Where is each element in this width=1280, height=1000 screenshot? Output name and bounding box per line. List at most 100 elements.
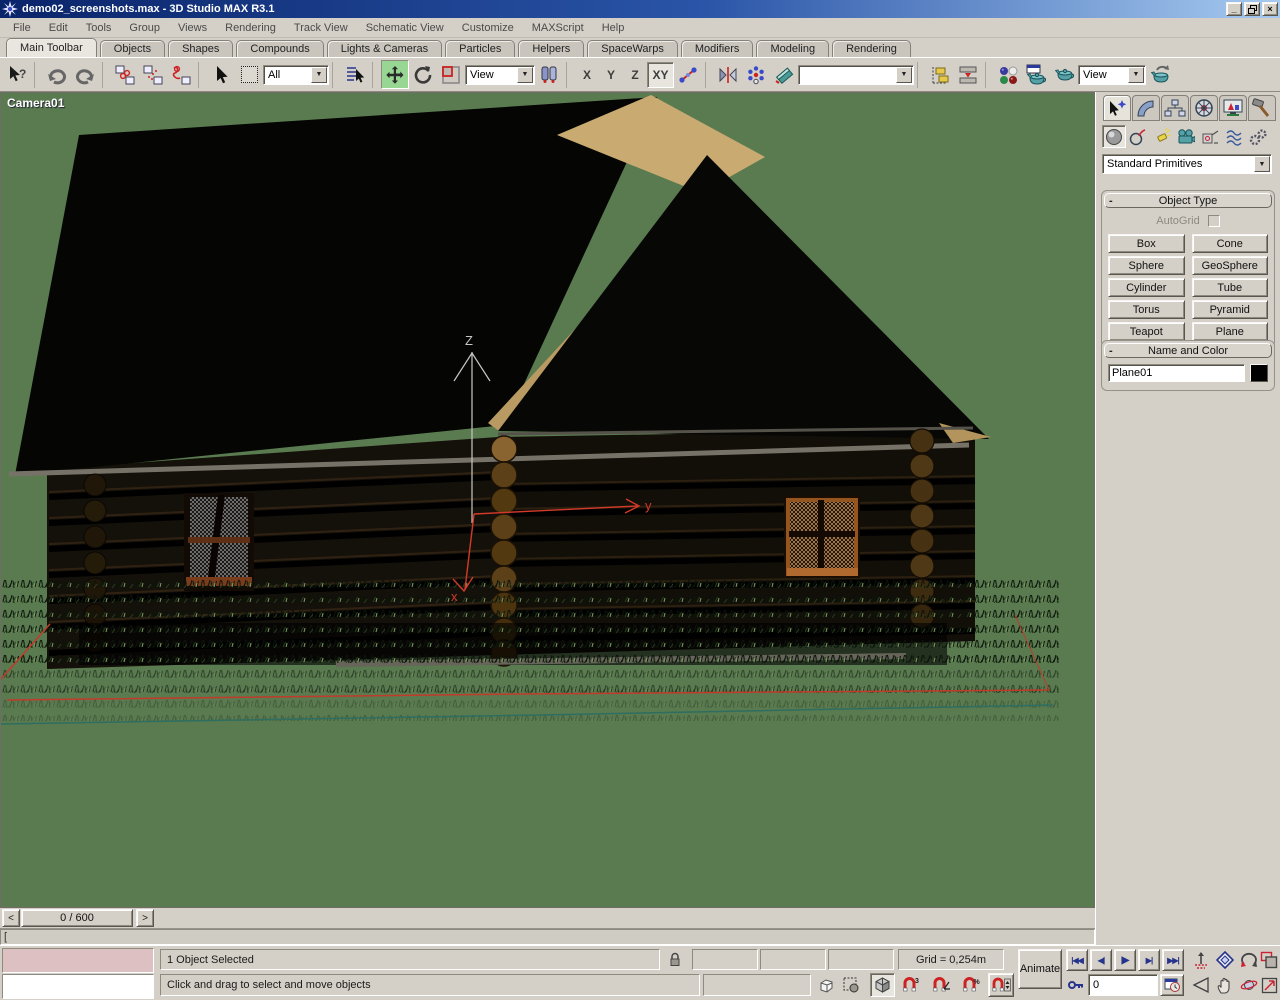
minimize-button[interactable]: _: [1226, 2, 1242, 16]
dropdown-arrow-icon[interactable]: ▼: [896, 67, 912, 83]
open-schematic-view-button[interactable]: [954, 60, 982, 89]
tab-particles[interactable]: Particles: [445, 40, 515, 57]
object-name-field[interactable]: Plane01: [1108, 364, 1245, 382]
menu-schematic-view[interactable]: Schematic View: [357, 19, 453, 37]
snap-toggle-3d[interactable]: [870, 973, 895, 997]
tab-objects[interactable]: Objects: [100, 40, 165, 57]
tab-main-toolbar[interactable]: Main Toolbar: [6, 38, 97, 57]
select-and-scale-button[interactable]: [437, 60, 465, 89]
orbit-camera-button[interactable]: [1238, 974, 1260, 996]
roll-camera-button[interactable]: [1238, 949, 1260, 971]
tab-create[interactable]: [1103, 95, 1131, 121]
plane-button[interactable]: Plane: [1192, 322, 1269, 341]
dropdown-arrow-icon[interactable]: ▼: [1254, 156, 1270, 172]
previous-frame-button[interactable]: ◀|: [1090, 949, 1112, 971]
redo-button[interactable]: [71, 60, 99, 89]
render-scene-button[interactable]: [1022, 60, 1050, 89]
camera-viewport[interactable]: Z y x Camera01: [0, 92, 1095, 908]
restrict-to-y-button[interactable]: Y: [599, 62, 623, 88]
tab-modify[interactable]: [1132, 95, 1160, 121]
tab-modifiers[interactable]: Modifiers: [681, 40, 754, 57]
selection-filter-dropdown[interactable]: All ▼: [263, 65, 329, 85]
coordinate-y-field[interactable]: [760, 949, 826, 970]
teapot-button[interactable]: Teapot: [1108, 322, 1185, 341]
select-object-button[interactable]: [207, 60, 235, 89]
bind-to-spacewarp-button[interactable]: [167, 60, 195, 89]
material-editor-button[interactable]: [994, 60, 1022, 89]
category-cameras[interactable]: [1174, 125, 1198, 148]
field-of-view-button[interactable]: [1190, 974, 1212, 996]
sphere-button[interactable]: Sphere: [1108, 256, 1185, 275]
cylinder-button[interactable]: Cylinder: [1108, 278, 1185, 297]
category-space-warps[interactable]: [1222, 125, 1246, 148]
category-helpers[interactable]: [1198, 125, 1222, 148]
pyramid-button[interactable]: Pyramid: [1192, 300, 1269, 319]
time-prev-button[interactable]: <: [2, 909, 20, 927]
title-bar[interactable]: demo02_screenshots.max - 3D Studio MAX R…: [0, 0, 1280, 18]
category-shapes[interactable]: [1126, 125, 1150, 148]
tube-button[interactable]: Tube: [1192, 278, 1269, 297]
dropdown-arrow-icon[interactable]: ▼: [1128, 67, 1144, 83]
animate-button[interactable]: Animate: [1018, 949, 1062, 989]
select-and-link-button[interactable]: [111, 60, 139, 89]
tab-modeling[interactable]: Modeling: [756, 40, 829, 57]
name-and-color-rollout-header[interactable]: - Name and Color: [1104, 343, 1272, 358]
selection-lock-toggle[interactable]: [664, 949, 686, 970]
zoom-extents-all-button[interactable]: [1214, 949, 1236, 971]
use-pivot-point-center-button[interactable]: [535, 60, 563, 89]
go-to-end-button[interactable]: ▶▶|: [1162, 949, 1184, 971]
degradation-override-toggle[interactable]: [815, 974, 837, 996]
named-selection-sets-dropdown[interactable]: ▼: [798, 65, 914, 85]
maxscript-mini-listener-white[interactable]: [2, 974, 154, 999]
time-slider-track[interactable]: [156, 909, 1091, 927]
rectangular-selection-region-button[interactable]: [235, 60, 263, 89]
region-zoom-button[interactable]: [1258, 949, 1280, 971]
undo-button[interactable]: [43, 60, 71, 89]
restore-button[interactable]: [1244, 2, 1260, 16]
restrict-to-xy-plane-button[interactable]: XY: [647, 62, 674, 88]
category-systems[interactable]: [1246, 125, 1270, 148]
coordinate-z-field[interactable]: [828, 949, 894, 970]
menu-help[interactable]: Help: [593, 19, 634, 37]
menu-maxscript[interactable]: MAXScript: [523, 19, 593, 37]
crossing-selection-toggle[interactable]: [840, 974, 862, 996]
dolly-camera-button[interactable]: [1190, 949, 1212, 971]
time-configuration-button[interactable]: [1160, 974, 1184, 996]
tab-spacewarps[interactable]: SpaceWarps: [587, 40, 678, 57]
viewport-label[interactable]: Camera01: [7, 96, 64, 110]
render-type-dropdown[interactable]: View ▼: [1078, 65, 1146, 85]
angle-snap-button[interactable]: [928, 974, 954, 996]
mirror-button[interactable]: [714, 60, 742, 89]
percent-snap-button[interactable]: %: [958, 974, 984, 996]
snap-3d-button[interactable]: 3: [898, 974, 924, 996]
spinner-snap-toggle[interactable]: [988, 973, 1014, 997]
tab-motion[interactable]: [1190, 95, 1218, 121]
menu-views[interactable]: Views: [169, 19, 216, 37]
restrict-to-z-button[interactable]: Z: [623, 62, 647, 88]
menu-file[interactable]: File: [4, 19, 40, 37]
align-button[interactable]: [770, 60, 798, 89]
help-mode-button[interactable]: ?: [3, 60, 31, 89]
geosphere-button[interactable]: GeoSphere: [1192, 256, 1269, 275]
unlink-button[interactable]: [139, 60, 167, 89]
track-bar[interactable]: [: [0, 929, 1095, 945]
box-button[interactable]: Box: [1108, 234, 1185, 253]
menu-customize[interactable]: Customize: [453, 19, 523, 37]
tab-shapes[interactable]: Shapes: [168, 40, 233, 57]
menu-rendering[interactable]: Rendering: [216, 19, 285, 37]
key-mode-toggle[interactable]: [1066, 974, 1086, 996]
tab-compounds[interactable]: Compounds: [236, 40, 323, 57]
primitive-class-dropdown[interactable]: Standard Primitives ▼: [1102, 154, 1272, 174]
close-button[interactable]: ×: [1262, 2, 1278, 16]
time-next-button[interactable]: >: [136, 909, 154, 927]
category-geometry[interactable]: [1102, 125, 1126, 148]
autogrid-checkbox[interactable]: [1208, 215, 1220, 227]
torus-button[interactable]: Torus: [1108, 300, 1185, 319]
dropdown-arrow-icon[interactable]: ▼: [517, 67, 533, 83]
time-slider-thumb[interactable]: 0 / 600: [21, 909, 133, 927]
category-lights[interactable]: [1150, 125, 1174, 148]
min-max-toggle-button[interactable]: [1258, 974, 1280, 996]
restrict-to-x-button[interactable]: X: [575, 62, 599, 88]
tab-helpers[interactable]: Helpers: [518, 40, 584, 57]
object-color-swatch[interactable]: [1250, 364, 1268, 382]
